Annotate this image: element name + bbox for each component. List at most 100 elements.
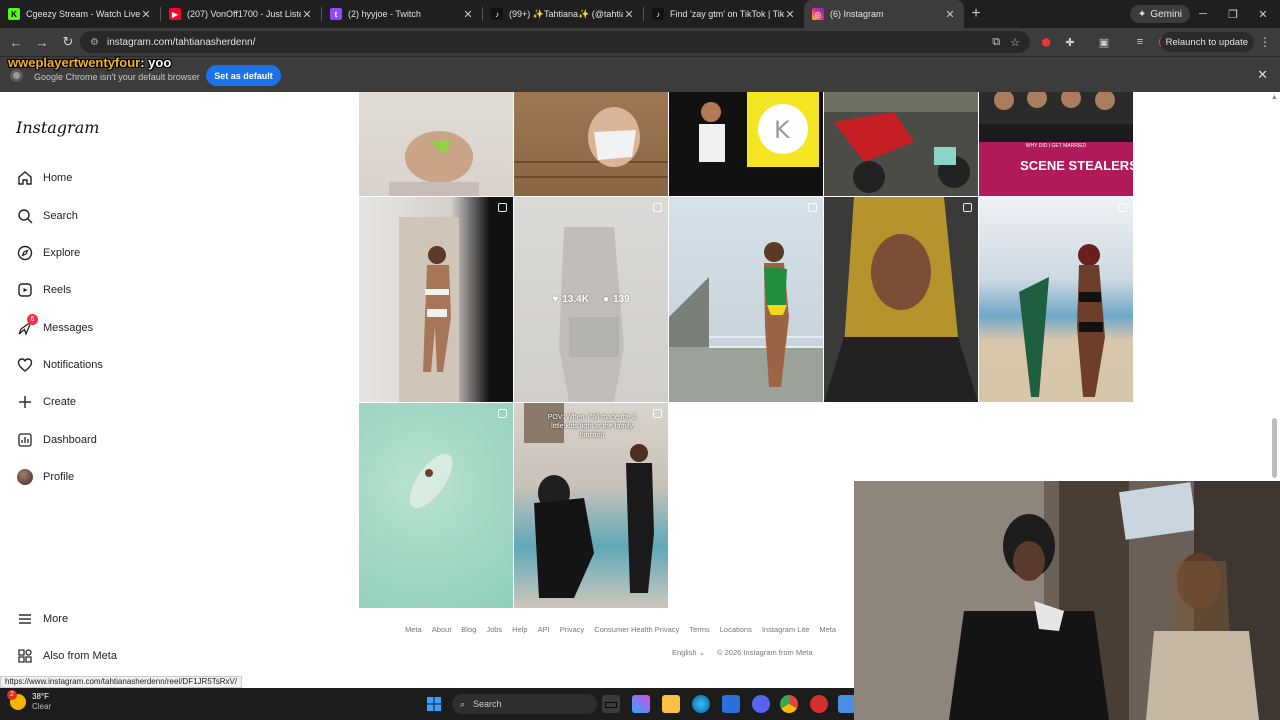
footer-link[interactable]: Meta: [819, 625, 836, 634]
weather-widget[interactable]: 2 38°F Clear: [7, 690, 51, 712]
post-thumbnail[interactable]: WHY DID I GET MARRIED SCENE STEALERS: [979, 92, 1133, 196]
reel-icon: [653, 203, 662, 212]
back-button[interactable]: ←: [4, 30, 28, 54]
address-bar[interactable]: ⚙ instagram.com/tahtianasherdenn/ ⧉ ☆: [80, 31, 1030, 53]
task-view-icon[interactable]: ▭: [602, 695, 620, 713]
sidepanel-icon[interactable]: ▣: [1094, 32, 1114, 52]
footer-link[interactable]: Help: [512, 625, 527, 634]
store-icon[interactable]: [722, 695, 740, 713]
nav-messages[interactable]: 6 Messages: [16, 314, 94, 340]
gemini-label: Gemini: [1150, 8, 1182, 20]
close-tab-icon[interactable]: ✕: [784, 8, 796, 21]
close-infobar-icon[interactable]: ✕: [1257, 67, 1268, 83]
footer-link[interactable]: API: [538, 625, 550, 634]
install-app-icon[interactable]: ⧉: [992, 36, 1000, 49]
post-thumbnail-hovered[interactable]: ♥ 13.4K ● 139: [514, 197, 668, 402]
post-image: [399, 217, 459, 402]
tab-youtube[interactable]: ▶ (207) VonOff1700 - Just Listen t ✕: [161, 0, 321, 28]
language-select[interactable]: English ⌄: [672, 648, 705, 657]
tab-tiktok-profile[interactable]: ♪ (99+) ✨Tahtiana✨ (@tahtiana ✕: [483, 0, 643, 28]
bookmark-star-icon[interactable]: ☆: [1010, 36, 1020, 49]
footer-link[interactable]: Instagram Lite: [762, 625, 810, 634]
nav-create[interactable]: Create: [16, 390, 76, 414]
copyright: © 2026 Instagram from Meta: [717, 648, 813, 657]
nav-home[interactable]: Home: [16, 166, 72, 190]
post-thumbnail[interactable]: POV: When Y'all made the 2 little kids f…: [514, 403, 668, 608]
close-tab-icon[interactable]: ✕: [301, 8, 313, 21]
reload-button[interactable]: ↻: [56, 30, 80, 54]
taskbar-search[interactable]: ⌕ Search: [452, 694, 597, 714]
set-as-default-button[interactable]: Set as default: [206, 65, 281, 86]
post-thumbnail[interactable]: K: [669, 92, 823, 196]
discord-icon[interactable]: [752, 695, 770, 713]
tab-kick[interactable]: K Cgeezy Stream - Watch Live on ✕: [0, 0, 160, 28]
nav-notifications[interactable]: Notifications: [16, 353, 103, 377]
footer-link[interactable]: About: [432, 625, 452, 634]
nav-also-from-meta[interactable]: Also from Meta: [16, 644, 117, 668]
post-thumbnail[interactable]: [979, 197, 1133, 402]
new-tab-button[interactable]: +: [964, 0, 988, 28]
extension-icon[interactable]: ⬢: [1036, 32, 1056, 52]
nav-more[interactable]: More: [16, 607, 68, 631]
nav-label: Create: [43, 396, 77, 408]
post-thumbnail[interactable]: [359, 403, 513, 608]
post-thumbnail[interactable]: [514, 92, 668, 196]
close-tab-icon[interactable]: ✕: [462, 8, 474, 21]
sparkle-icon: ✦: [1137, 8, 1147, 20]
post-thumbnail[interactable]: [669, 197, 823, 402]
nav-search[interactable]: Search: [16, 204, 78, 228]
post-title-text: SCENE STEALERS: [1020, 158, 1133, 173]
chrome-icon[interactable]: [780, 695, 798, 713]
instagram-logo[interactable]: Instagram: [16, 118, 99, 137]
post-thumbnail[interactable]: [824, 92, 978, 196]
tab-twitch[interactable]: t (2) hyyjoe - Twitch ✕: [322, 0, 482, 28]
nav-reels[interactable]: Reels: [16, 278, 71, 302]
minimize-button[interactable]: ─: [1188, 0, 1218, 28]
app-icon[interactable]: [810, 695, 828, 713]
footer-link[interactable]: Privacy: [560, 625, 585, 634]
webcam-overlay: [854, 481, 1280, 720]
menu-kebab-icon[interactable]: ⋮: [1258, 32, 1272, 52]
windows-start-icon[interactable]: [425, 695, 443, 713]
relaunch-button[interactable]: Relaunch to update: [1159, 32, 1254, 52]
likes-count: 13.4K: [562, 294, 589, 305]
footer-link[interactable]: Jobs: [486, 625, 502, 634]
footer-link[interactable]: Blog: [461, 625, 476, 634]
post-thumbnail[interactable]: [359, 92, 513, 196]
scrollbar-thumb[interactable]: [1272, 418, 1277, 478]
chat-username: wweplayertwentyfour: [8, 55, 141, 70]
nav-explore[interactable]: Explore: [16, 241, 80, 265]
copilot-icon[interactable]: [632, 695, 650, 713]
close-tab-icon[interactable]: ✕: [140, 8, 152, 21]
footer-link[interactable]: Meta: [405, 625, 422, 634]
footer-link[interactable]: Terms: [689, 625, 709, 634]
tab-title: Cgeezy Stream - Watch Live on: [26, 9, 140, 19]
nav-label: Reels: [43, 284, 72, 296]
nav-label: Messages: [43, 322, 94, 334]
restore-button[interactable]: ❐: [1218, 0, 1248, 28]
footer-link[interactable]: Locations: [720, 625, 752, 634]
media-controls-icon[interactable]: ≡: [1130, 32, 1150, 52]
post-thumbnail[interactable]: [359, 197, 513, 402]
forward-button[interactable]: →: [30, 30, 54, 54]
footer-link[interactable]: Consumer Health Privacy: [594, 625, 679, 634]
tab-tiktok-search[interactable]: ♪ Find 'zay gtm' on TikTok | TikTo ✕: [644, 0, 804, 28]
close-tab-icon[interactable]: ✕: [944, 8, 956, 21]
carousel-icon: [1118, 203, 1127, 212]
gemini-button[interactable]: ✦ Gemini: [1129, 5, 1190, 23]
chevron-down-icon: ⌄: [698, 648, 705, 657]
extensions-puzzle-icon[interactable]: ✚: [1060, 32, 1080, 52]
close-window-button[interactable]: ✕: [1248, 0, 1278, 28]
sun-icon: 2: [7, 690, 26, 710]
twitch-icon: t: [330, 8, 342, 20]
post-thumbnail[interactable]: [824, 197, 978, 402]
scroll-up-arrow-icon[interactable]: ▲: [1271, 94, 1278, 101]
site-info-icon[interactable]: ⚙: [90, 37, 99, 48]
file-explorer-icon[interactable]: [662, 695, 680, 713]
nav-profile[interactable]: Profile: [16, 465, 74, 489]
svg-text:K: K: [774, 116, 791, 144]
edge-icon[interactable]: [692, 695, 710, 713]
tab-instagram[interactable]: ◎ (6) Instagram ✕: [804, 0, 964, 28]
nav-dashboard[interactable]: Dashboard: [16, 428, 97, 452]
close-tab-icon[interactable]: ✕: [623, 8, 635, 21]
